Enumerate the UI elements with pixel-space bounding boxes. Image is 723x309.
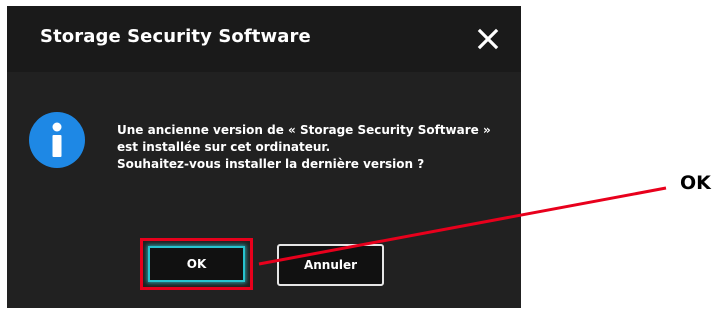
dialog-title: Storage Security Software <box>40 26 311 47</box>
screenshot-stage: Storage Security Software Une ancienne v… <box>0 0 723 309</box>
close-button[interactable] <box>473 24 503 54</box>
message-line-2: est installée sur cet ordinateur. <box>117 140 331 154</box>
install-dialog: Storage Security Software Une ancienne v… <box>7 6 521 308</box>
dialog-message: Une ancienne version de « Storage Securi… <box>117 122 517 173</box>
ok-button[interactable]: OK <box>148 246 245 282</box>
message-line-1: Une ancienne version de « Storage Securi… <box>117 123 491 137</box>
callout-label: OK <box>680 172 711 194</box>
close-icon <box>477 28 499 50</box>
cancel-button[interactable]: Annuler <box>277 244 384 286</box>
message-line-3: Souhaitez-vous installer la dernière ver… <box>117 157 425 171</box>
dialog-titlebar: Storage Security Software <box>7 6 521 72</box>
dialog-content: Une ancienne version de « Storage Securi… <box>7 72 521 308</box>
info-icon <box>29 112 85 168</box>
